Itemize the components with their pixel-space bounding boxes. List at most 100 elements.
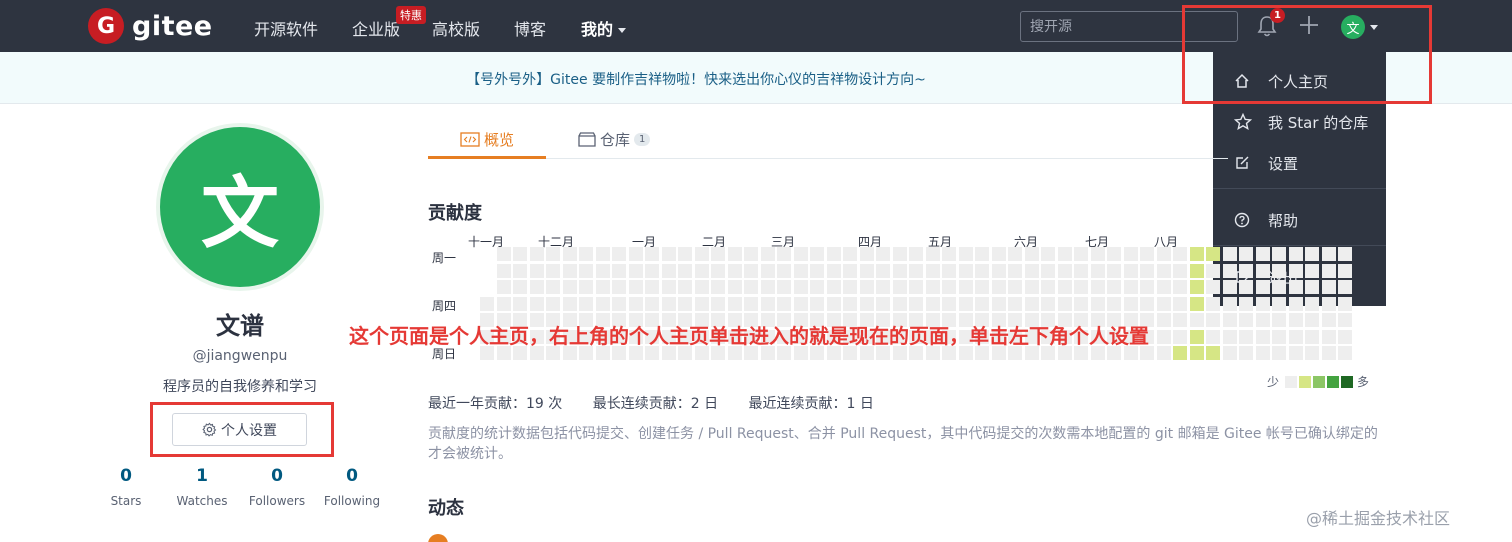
- heatmap-cell[interactable]: [1156, 247, 1171, 261]
- heatmap-cell[interactable]: [760, 280, 775, 294]
- profile-avatar[interactable]: 文: [156, 123, 324, 291]
- heatmap-cell[interactable]: [529, 263, 544, 278]
- heatmap-cell[interactable]: [942, 247, 956, 261]
- heatmap-cell[interactable]: [1255, 329, 1270, 344]
- heatmap-cell[interactable]: [628, 280, 643, 294]
- heatmap-cell[interactable]: [727, 280, 742, 294]
- heatmap-cell[interactable]: [975, 296, 989, 311]
- heatmap-cell[interactable]: [1272, 346, 1286, 360]
- heatmap-cell[interactable]: [1305, 346, 1319, 360]
- heatmap-cell[interactable]: [793, 247, 808, 261]
- heatmap-cell[interactable]: [760, 263, 775, 278]
- heatmap-cell[interactable]: [1272, 263, 1286, 278]
- heatmap-cell[interactable]: [876, 247, 890, 261]
- heatmap-cell[interactable]: [1156, 346, 1171, 360]
- heatmap-cell[interactable]: [925, 263, 940, 278]
- heatmap-cell[interactable]: [1288, 296, 1303, 311]
- heatmap-cell[interactable]: [1156, 263, 1171, 278]
- heatmap-cell[interactable]: [1156, 313, 1171, 327]
- heatmap-cell[interactable]: [1338, 247, 1352, 261]
- heatmap-cell[interactable]: [760, 296, 775, 311]
- heatmap-cell[interactable]: [1222, 346, 1237, 360]
- heatmap-cell[interactable]: [1008, 280, 1022, 294]
- heatmap-cell[interactable]: [1206, 296, 1220, 311]
- heatmap-cell[interactable]: [1173, 280, 1187, 294]
- heatmap-cell[interactable]: [1222, 329, 1237, 344]
- tab-repositories[interactable]: 仓库 1: [578, 129, 651, 150]
- menu-item-starred[interactable]: 我 Star 的仓库: [1213, 103, 1386, 141]
- heatmap-cell[interactable]: [1140, 296, 1154, 311]
- heatmap-cell[interactable]: [645, 247, 659, 261]
- heatmap-cell[interactable]: [562, 263, 577, 278]
- heatmap-cell[interactable]: [1074, 280, 1088, 294]
- heatmap-cell[interactable]: [529, 296, 544, 311]
- heatmap-cell[interactable]: [678, 280, 692, 294]
- heatmap-cell[interactable]: [826, 296, 841, 311]
- heatmap-cell[interactable]: [777, 263, 791, 278]
- heatmap-cell[interactable]: [661, 247, 676, 261]
- heatmap-cell[interactable]: [480, 296, 494, 311]
- heatmap-cell[interactable]: [694, 263, 709, 278]
- heatmap-cell[interactable]: [1189, 280, 1204, 294]
- heatmap-cell[interactable]: [1321, 346, 1336, 360]
- heatmap-cell[interactable]: [777, 296, 791, 311]
- heatmap-cell[interactable]: [496, 263, 511, 278]
- heatmap-cell[interactable]: [909, 247, 923, 261]
- heatmap-cell[interactable]: [1239, 313, 1253, 327]
- heatmap-cell[interactable]: [661, 280, 676, 294]
- heatmap-cell[interactable]: [958, 247, 973, 261]
- heatmap-cell[interactable]: [1189, 296, 1204, 311]
- heatmap-cell[interactable]: [744, 280, 758, 294]
- heatmap-cell[interactable]: [1206, 280, 1220, 294]
- heatmap-cell[interactable]: [777, 247, 791, 261]
- heatmap-cell[interactable]: [1008, 296, 1022, 311]
- heatmap-cell[interactable]: [1222, 313, 1237, 327]
- heatmap-cell[interactable]: [1255, 346, 1270, 360]
- heatmap-cell[interactable]: [1090, 296, 1105, 311]
- heatmap-cell[interactable]: [711, 247, 725, 261]
- heatmap-cell[interactable]: [546, 296, 560, 311]
- heatmap-cell[interactable]: [744, 296, 758, 311]
- heatmap-cell[interactable]: [1090, 263, 1105, 278]
- heatmap-cell[interactable]: [942, 263, 956, 278]
- heatmap-cell[interactable]: [1090, 247, 1105, 261]
- nav-blog[interactable]: 博客: [514, 16, 546, 40]
- heatmap-cell[interactable]: [793, 263, 808, 278]
- heatmap-cell[interactable]: [810, 280, 824, 294]
- heatmap-cell[interactable]: [942, 296, 956, 311]
- heatmap-cell[interactable]: [595, 296, 610, 311]
- heatmap-cell[interactable]: [1123, 247, 1138, 261]
- heatmap-cell[interactable]: [876, 263, 890, 278]
- heatmap-cell[interactable]: [1057, 296, 1072, 311]
- heatmap-cell[interactable]: [1041, 247, 1055, 261]
- heatmap-cell[interactable]: [612, 263, 626, 278]
- heatmap-cell[interactable]: [1321, 313, 1336, 327]
- heatmap-cell[interactable]: [513, 280, 527, 294]
- heatmap-cell[interactable]: [628, 247, 643, 261]
- heatmap-cell[interactable]: [810, 247, 824, 261]
- heatmap-cell[interactable]: [925, 296, 940, 311]
- heatmap-cell[interactable]: [1288, 280, 1303, 294]
- heatmap-cell[interactable]: [1173, 329, 1187, 344]
- heatmap-cell[interactable]: [1008, 263, 1022, 278]
- heatmap-cell[interactable]: [958, 296, 973, 311]
- heatmap-cell[interactable]: [892, 247, 907, 261]
- heatmap-cell[interactable]: [975, 280, 989, 294]
- heatmap-cell[interactable]: [810, 296, 824, 311]
- heatmap-cell[interactable]: [546, 247, 560, 261]
- heatmap-cell[interactable]: [1024, 280, 1039, 294]
- heatmap-cell[interactable]: [975, 263, 989, 278]
- heatmap-cell[interactable]: [744, 263, 758, 278]
- heatmap-cell[interactable]: [1107, 296, 1121, 311]
- heatmap-cell[interactable]: [876, 296, 890, 311]
- heatmap-cell[interactable]: [909, 296, 923, 311]
- heatmap-cell[interactable]: [579, 280, 593, 294]
- heatmap-cell[interactable]: [1123, 296, 1138, 311]
- heatmap-cell[interactable]: [496, 247, 511, 261]
- heatmap-cell[interactable]: [628, 263, 643, 278]
- heatmap-cell[interactable]: [777, 280, 791, 294]
- heatmap-cell[interactable]: [1140, 280, 1154, 294]
- heatmap-cell[interactable]: [1024, 247, 1039, 261]
- heatmap-cell[interactable]: [496, 280, 511, 294]
- heatmap-cell[interactable]: [975, 247, 989, 261]
